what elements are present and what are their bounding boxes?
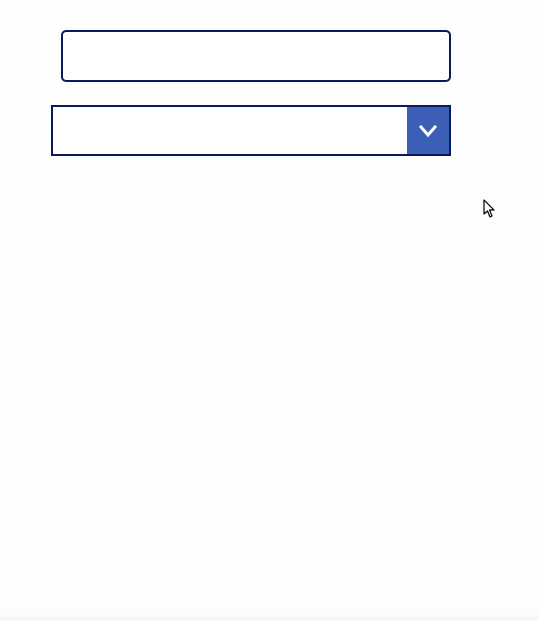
mouse-cursor-icon	[483, 199, 497, 219]
dropdown-toggle-button[interactable]	[407, 107, 449, 154]
dropdown-selected-value	[53, 107, 407, 154]
chevron-down-icon	[416, 119, 440, 143]
dropdown[interactable]	[51, 105, 451, 156]
text-input[interactable]	[61, 30, 451, 82]
bottom-shadow	[0, 614, 538, 620]
